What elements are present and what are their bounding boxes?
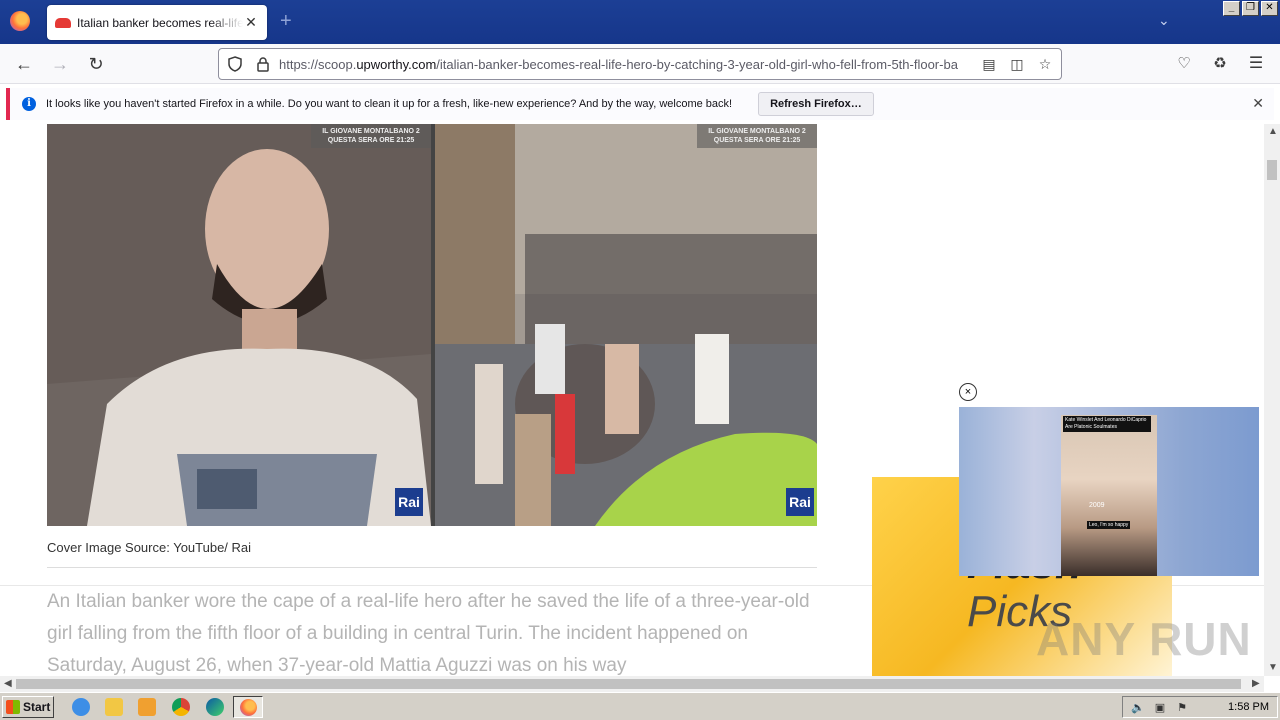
rai-logo-right: Rai [786, 488, 814, 516]
video-subtitle: Leo, I'm so happy [1087, 521, 1131, 529]
image-caption: Cover Image Source: YouTube/ Rai [47, 540, 252, 555]
window-controls: _ ❐ ✕ [1223, 1, 1278, 16]
puzzle-icon[interactable]: ♻ [1210, 54, 1230, 74]
tab-strip: Italian banker becomes real-life hero by… [0, 0, 1280, 44]
volume-icon[interactable]: 🔈 [1131, 701, 1145, 715]
tracking-shield-icon[interactable] [227, 56, 243, 72]
video-year: 2009 [1089, 502, 1105, 509]
translate-icon[interactable]: ◫ [1009, 56, 1025, 72]
windows-flag-icon [6, 700, 20, 714]
reader-view-icon[interactable]: ▤ [981, 56, 997, 72]
network-icon[interactable]: ▣ [1153, 701, 1167, 715]
web-page: IL GIOVANE MONTALBANO 2 QUESTA SERA ORE … [0, 124, 1264, 676]
media-player-icon[interactable] [138, 698, 156, 716]
start-button[interactable]: Start [2, 696, 54, 718]
firefox-taskbar-icon [240, 699, 257, 716]
portrait-illustration [47, 124, 431, 526]
cover-photo-street: IL GIOVANE MONTALBANO 2 QUESTA SERA ORE … [435, 124, 817, 526]
watermark-left-text: IL GIOVANE MONTALBANO 2 QUESTA SERA ORE … [322, 128, 420, 144]
tab-active[interactable]: Italian banker becomes real-life hero by… [47, 5, 267, 40]
floating-video-player[interactable]: Kate Winslet And Leonardo DiCaprio Are P… [959, 407, 1259, 576]
scroll-up-icon[interactable]: ▲ [1268, 126, 1278, 137]
star-icon[interactable]: ☆ [1037, 56, 1053, 72]
padlock-icon[interactable] [255, 56, 271, 72]
file-explorer-icon[interactable] [105, 698, 123, 716]
system-tray: 🔈 ▣ ⚑ 1:58 PM [1122, 696, 1278, 718]
horizontal-scroll-thumb[interactable] [16, 679, 1241, 689]
url-path: /italian-banker-becomes-real-life-hero-b… [436, 57, 958, 72]
internet-explorer-icon[interactable] [72, 698, 90, 716]
tab-close-icon[interactable]: ✕ [243, 14, 259, 31]
url-domain: upworthy.com [356, 57, 437, 72]
scroll-left-icon[interactable]: ◀ [4, 678, 12, 689]
url-prefix: https://scoop. [279, 57, 357, 72]
firefox-logo-icon[interactable] [10, 11, 30, 31]
restore-button[interactable]: ❐ [1242, 1, 1259, 16]
chrome-icon[interactable] [172, 698, 190, 716]
start-label: Start [23, 700, 51, 714]
tab-title: Italian banker becomes real-life hero by… [77, 15, 243, 30]
list-all-tabs-icon[interactable]: ⌄ [1158, 12, 1170, 29]
video-title: Kate Winslet And Leonardo DiCaprio Are P… [1063, 416, 1151, 432]
edge-icon[interactable] [206, 698, 224, 716]
anyrun-watermark: ANY RUN [1036, 613, 1252, 665]
cover-photo-portrait: IL GIOVANE MONTALBANO 2 QUESTA SERA ORE … [47, 124, 431, 526]
minimize-button[interactable]: _ [1223, 1, 1240, 16]
url-text[interactable]: https://scoop.upworthy.com/italian-banke… [279, 57, 975, 72]
vertical-scroll-thumb[interactable] [1267, 160, 1277, 180]
windows-taskbar: Start 🔈 ▣ ⚑ 1:58 PM [0, 692, 1280, 720]
upworthy-favicon-icon [55, 17, 71, 28]
article-body: An Italian banker wore the cape of a rea… [47, 591, 810, 676]
navigation-toolbar: ← → ↻ https://scoop.upworthy.com/italian… [0, 44, 1280, 84]
action-center-flag-icon[interactable]: ⚑ [1175, 701, 1189, 715]
watermark-right-text: IL GIOVANE MONTALBANO 2 QUESTA SERA ORE … [708, 128, 806, 144]
forward-arrow-icon[interactable]: → [50, 54, 70, 74]
notification-message: It looks like you haven't started Firefo… [46, 98, 733, 110]
horizontal-scrollbar[interactable]: ◀ ▶ [0, 676, 1264, 692]
scroll-right-icon[interactable]: ▶ [1252, 678, 1260, 689]
back-arrow-icon[interactable]: ← [14, 54, 34, 74]
new-tab-button[interactable]: + [280, 10, 292, 33]
rai-logo-left: Rai [395, 488, 423, 516]
cover-image: IL GIOVANE MONTALBANO 2 QUESTA SERA ORE … [47, 124, 817, 526]
reload-icon[interactable]: ↻ [86, 54, 106, 74]
close-window-button[interactable]: ✕ [1261, 1, 1278, 16]
refresh-firefox-button[interactable]: Refresh Firefox… [758, 92, 874, 116]
vertical-scrollbar[interactable]: ▲ ▼ [1264, 124, 1280, 676]
video-close-icon[interactable]: × [959, 383, 977, 401]
firefox-refresh-notification: i It looks like you haven't started Fire… [6, 88, 1274, 120]
street-illustration [435, 124, 817, 526]
taskbar-clock[interactable]: 1:58 PM [1228, 701, 1269, 713]
taskbar-firefox-button[interactable] [233, 696, 263, 718]
video-frame [1061, 415, 1157, 576]
info-icon: i [22, 97, 36, 111]
scroll-down-icon[interactable]: ▼ [1268, 662, 1278, 673]
url-bar[interactable]: https://scoop.upworthy.com/italian-banke… [218, 48, 1062, 80]
notification-close-icon[interactable]: ✕ [1252, 95, 1264, 112]
pocket-icon[interactable]: ♡ [1174, 54, 1194, 74]
caption-divider [47, 567, 817, 568]
show-watermark-right: IL GIOVANE MONTALBANO 2 QUESTA SERA ORE … [697, 124, 817, 148]
hamburger-menu-icon[interactable]: ☰ [1246, 54, 1266, 74]
show-watermark-left: IL GIOVANE MONTALBANO 2 QUESTA SERA ORE … [311, 124, 431, 148]
